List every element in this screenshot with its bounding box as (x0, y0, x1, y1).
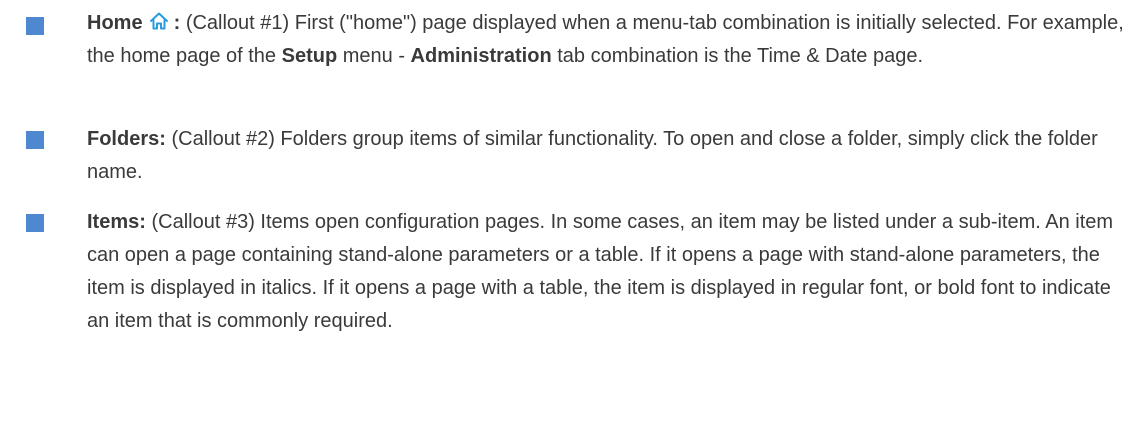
term-folders: Folders: (87, 128, 166, 150)
callout-3-text: (Callout #3) Items open configuration pa… (87, 211, 1114, 332)
bullet-marker (26, 131, 44, 149)
home-icon (149, 9, 169, 30)
bullet-marker (26, 214, 44, 232)
bullet-marker (26, 17, 44, 35)
document-body: Home: (Callout #1) First ("home") page d… (0, 0, 1141, 437)
administration-tab-name: Administration (410, 45, 552, 67)
callout-2-text: (Callout #2) Folders group items of simi… (87, 128, 1098, 183)
bullet-text-folders: Folders: (Callout #2) Folders group item… (87, 123, 1127, 189)
bullet-text-items: Items: (Callout #3) Items open configura… (87, 206, 1127, 338)
menu-dash-text: menu - (342, 45, 405, 67)
callout-1-tail: tab combination is the Time & Date page. (557, 45, 923, 67)
term-home: Home (87, 12, 143, 34)
setup-menu-name: Setup (281, 45, 338, 67)
term-items: Items: (87, 211, 146, 233)
bullet-text-home: Home: (Callout #1) First ("home") page d… (87, 7, 1127, 73)
term-home-colon: : (173, 12, 181, 34)
